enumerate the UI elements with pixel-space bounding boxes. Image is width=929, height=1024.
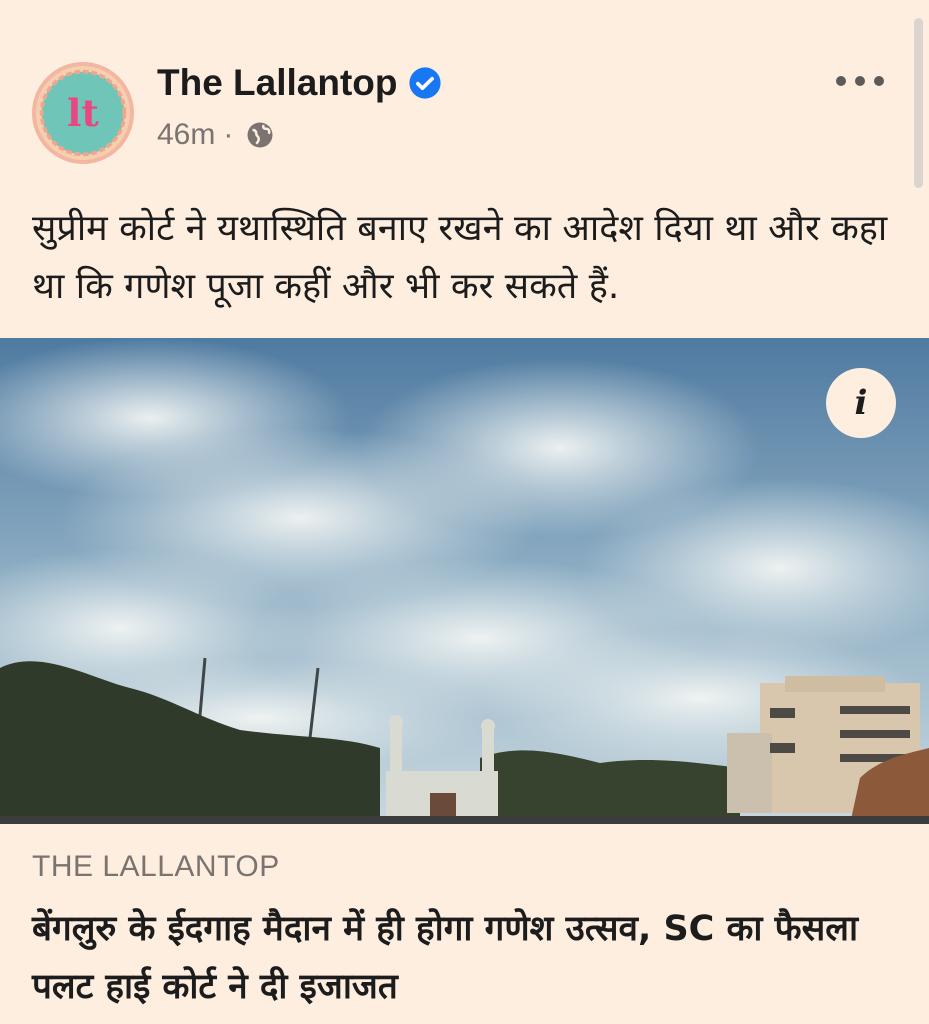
- post-time[interactable]: 46m: [157, 118, 215, 152]
- more-options-button[interactable]: [836, 68, 884, 94]
- more-dot-icon: [855, 76, 865, 86]
- feed-post: lt The Lallantop 46m · सुप्रीम कोर्ट ने …: [0, 0, 929, 1024]
- link-source[interactable]: THE LALLANTOP: [32, 850, 280, 884]
- more-dot-icon: [836, 76, 846, 86]
- scrollbar[interactable]: [914, 18, 923, 188]
- verified-badge-icon: [408, 67, 441, 99]
- lallantop-logo: lt: [39, 69, 127, 157]
- info-icon: i: [854, 383, 868, 423]
- post-caption: सुप्रीम कोर्ट ने यथास्थिति बनाए रखने का …: [32, 208, 888, 307]
- idgah-maidan-photo: [0, 338, 929, 824]
- more-dot-icon: [874, 76, 884, 86]
- link-headline[interactable]: बेंगलुरु के ईदगाह मैदान में ही होगा गणेश…: [32, 900, 892, 1016]
- avatar-letters: lt: [67, 91, 99, 135]
- info-button[interactable]: i: [826, 368, 896, 438]
- globe-icon[interactable]: [245, 120, 275, 150]
- page-avatar[interactable]: lt: [32, 62, 134, 164]
- post-image[interactable]: [0, 338, 929, 824]
- post-meta: 46m ·: [157, 118, 275, 152]
- page-name-row: The Lallantop: [157, 62, 442, 104]
- meta-separator: ·: [223, 118, 234, 151]
- page-name[interactable]: The Lallantop: [157, 62, 398, 104]
